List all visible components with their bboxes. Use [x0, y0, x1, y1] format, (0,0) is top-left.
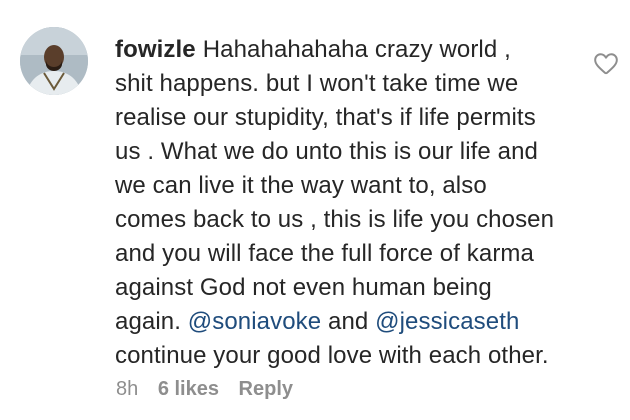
- comment-text: fowizle Hahahahahaha crazy world , shit h…: [115, 33, 555, 373]
- mention-link-soniavoke[interactable]: @soniavoke: [188, 308, 321, 335]
- comment-body-end: continue your good love with each other.: [115, 342, 549, 369]
- comment-item: fowizle Hahahahahaha crazy world , shit h…: [0, 0, 630, 420]
- comment-body-connector: and: [328, 308, 369, 335]
- user-avatar-icon: [20, 27, 88, 95]
- mention-link-jessicaseth[interactable]: @jessicaseth: [375, 308, 519, 335]
- comment-body: Hahahahahaha crazy world , shit happens.…: [115, 36, 555, 335]
- avatar[interactable]: [20, 27, 88, 95]
- comment-meta: 8h 6 likes Reply: [116, 375, 293, 403]
- heart-outline-icon: [594, 53, 618, 75]
- likes-count[interactable]: 6 likes: [158, 378, 219, 400]
- comment-username[interactable]: fowizle: [115, 36, 196, 63]
- comment-timestamp: 8h: [116, 378, 139, 400]
- like-button[interactable]: [593, 51, 619, 77]
- reply-button[interactable]: Reply: [239, 378, 293, 400]
